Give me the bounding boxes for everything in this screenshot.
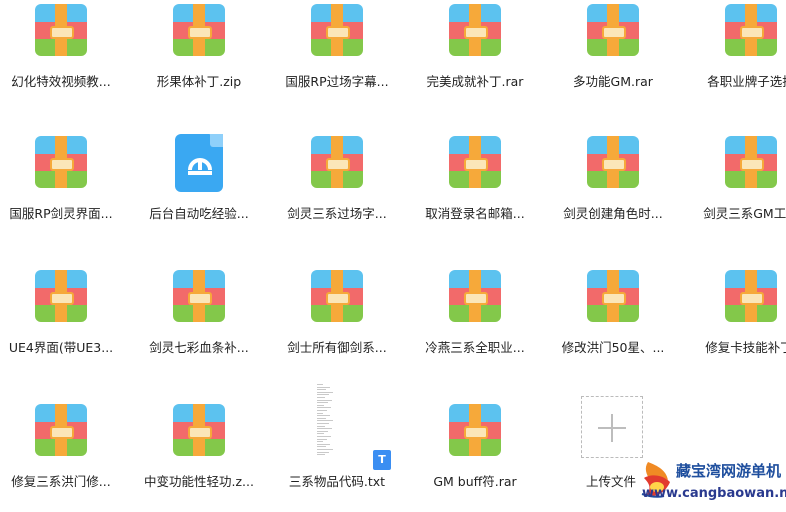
file-item[interactable]: 剑灵三系过场字... [272,134,402,244]
file-icon[interactable] [723,134,779,190]
file-icon[interactable] [723,268,779,324]
file-name[interactable]: 国服RP剑灵界面... [0,206,125,222]
document-mark-icon [188,158,212,175]
file-name[interactable]: 中变功能性轻功.z... [135,474,263,490]
txt-badge-icon: T [373,450,391,470]
file-item[interactable]: 剑灵三系GM工具 [686,134,786,244]
file-name[interactable]: 后台自动吃经验... [135,206,263,222]
file-name[interactable]: 剑灵创建角色时... [549,206,677,222]
file-icon[interactable] [33,402,89,458]
file-icon[interactable]: T [303,380,391,470]
archive-icon [725,136,777,188]
archive-icon [35,404,87,456]
file-item[interactable]: 多功能GM.rar [548,2,678,112]
archive-icon [35,4,87,56]
archive-icon [587,4,639,56]
file-icon[interactable] [447,134,503,190]
file-icon[interactable] [447,268,503,324]
file-name[interactable]: 剑士所有御剑系... [273,340,401,356]
file-name[interactable]: 修改洪门50星、... [549,340,677,356]
file-name[interactable]: 修复卡技能补丁. [687,340,786,356]
file-name[interactable]: 剑灵三系GM工具 [687,206,786,222]
archive-icon [449,270,501,322]
archive-icon [35,136,87,188]
archive-icon [173,404,225,456]
file-item[interactable]: GM buff符.rar [410,402,540,512]
file-item[interactable]: 剑士所有御剑系... [272,268,402,378]
file-item[interactable]: 中变功能性轻功.z... [134,402,264,512]
archive-icon [725,4,777,56]
file-icon[interactable] [309,2,365,58]
file-item[interactable]: 修复三系洪门修... [0,402,126,512]
archive-icon [449,136,501,188]
file-name[interactable]: 剑灵三系过场字... [273,206,401,222]
file-icon[interactable] [33,134,89,190]
file-item[interactable]: 修复卡技能补丁. [686,268,786,378]
watermark-url: www.cangbaowan.net [642,486,786,501]
file-icon[interactable] [171,134,227,192]
file-item[interactable]: 各职业牌子选择 [686,2,786,112]
file-item[interactable]: 取消登录名邮箱... [410,134,540,244]
file-item[interactable]: 完美成就补丁.rar [410,2,540,112]
plus-icon[interactable] [581,396,643,458]
file-icon[interactable] [33,2,89,58]
archive-icon [725,270,777,322]
file-icon[interactable] [309,268,365,324]
file-item[interactable]: 后台自动吃经验... [134,134,264,244]
file-item[interactable]: 形果体补丁.zip [134,2,264,112]
archive-icon [587,136,639,188]
archive-icon [449,404,501,456]
upload-box[interactable] [581,396,643,458]
file-name[interactable]: GM buff符.rar [411,474,539,490]
file-icon[interactable] [171,2,227,58]
file-item[interactable]: 幻化特效视频教... [0,2,126,112]
archive-icon [311,270,363,322]
file-name[interactable]: UE4界面(带UE3... [0,340,125,356]
file-name[interactable]: 取消登录名邮箱... [411,206,539,222]
file-item[interactable]: 修改洪门50星、... [548,268,678,378]
file-item[interactable]: 冷燕三系全职业... [410,268,540,378]
file-name[interactable]: 幻化特效视频教... [0,74,125,90]
file-icon[interactable] [447,402,503,458]
file-item[interactable]: UE4界面(带UE3... [0,268,126,378]
file-item[interactable]: 剑灵创建角色时... [548,134,678,244]
file-icon[interactable] [171,268,227,324]
file-icon[interactable] [171,402,227,458]
archive-icon [173,270,225,322]
file-name[interactable]: 修复三系洪门修... [0,474,125,490]
text-file-icon [303,380,359,466]
file-name[interactable]: 剑灵七彩血条补... [135,340,263,356]
file-name[interactable]: 各职业牌子选择 [687,74,786,90]
file-name[interactable]: 完美成就补丁.rar [411,74,539,90]
file-icon[interactable] [723,2,779,58]
file-item[interactable]: T 三系物品代码.txt [272,380,402,512]
file-name[interactable]: 形果体补丁.zip [135,74,263,90]
archive-icon [173,4,225,56]
file-name[interactable]: 三系物品代码.txt [273,474,401,490]
file-item[interactable]: 剑灵七彩血条补... [134,268,264,378]
file-item[interactable]: 国服RP过场字幕... [272,2,402,112]
archive-icon [449,4,501,56]
archive-icon [587,270,639,322]
file-name[interactable]: 多功能GM.rar [549,74,677,90]
file-icon[interactable] [585,268,641,324]
file-icon[interactable] [33,268,89,324]
file-icon[interactable] [447,2,503,58]
watermark: 藏宝湾网游单机 www.cangbaowan.net [638,456,786,506]
archive-icon [311,4,363,56]
archive-icon [35,270,87,322]
archive-icon [311,136,363,188]
file-name[interactable]: 国服RP过场字幕... [273,74,401,90]
file-icon[interactable] [585,2,641,58]
watermark-title: 藏宝湾网游单机 [676,462,782,480]
file-icon[interactable] [585,134,641,190]
file-item[interactable]: 国服RP剑灵界面... [0,134,126,244]
file-name[interactable]: 冷燕三系全职业... [411,340,539,356]
file-icon[interactable] [309,134,365,190]
